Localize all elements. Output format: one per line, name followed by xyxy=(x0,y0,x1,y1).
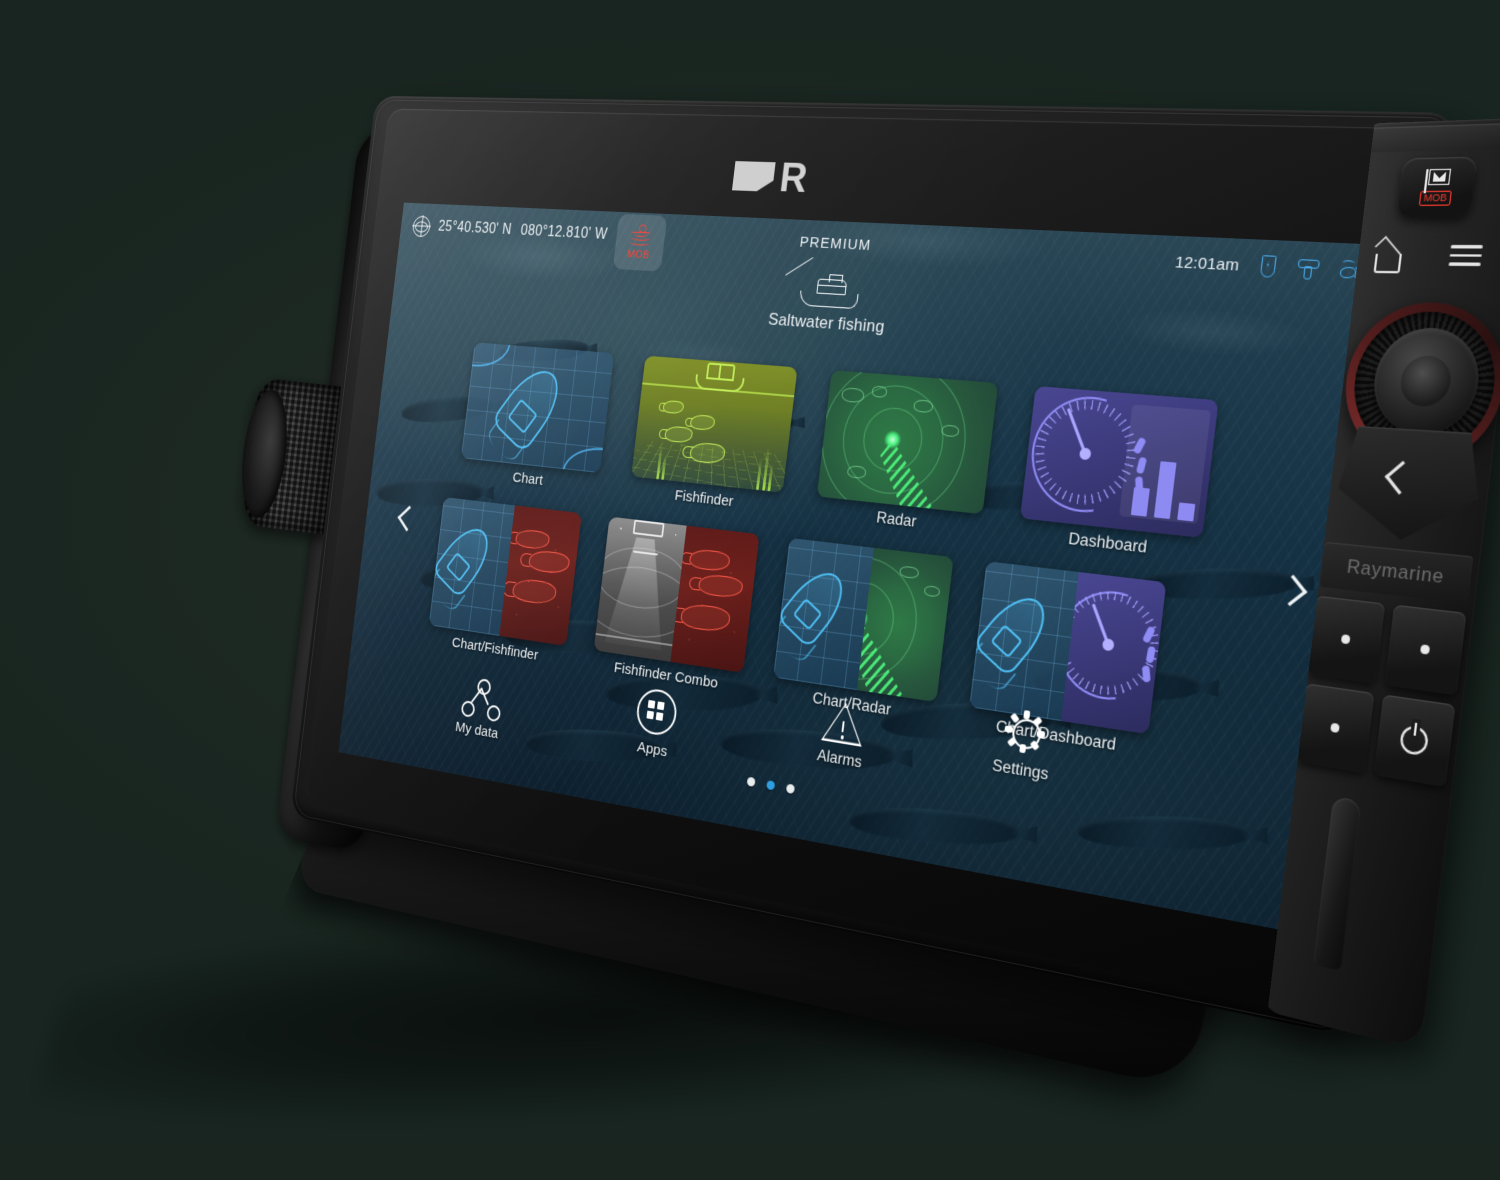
keypad xyxy=(1296,595,1469,793)
product-render-stage: R 25°40.530' N 080°12.810' W MOB PREMIUM… xyxy=(0,0,1500,1148)
background-fish xyxy=(844,376,945,401)
page-dot[interactable] xyxy=(785,783,795,794)
brand-text: Raymarine xyxy=(1345,555,1446,588)
settings-gear-icon xyxy=(1001,706,1048,757)
app-tile-chart-radar[interactable]: Chart/Radar xyxy=(770,537,954,727)
toolbar-label: Alarms xyxy=(816,746,863,772)
soft-key-1[interactable] xyxy=(1306,595,1386,684)
background-fish xyxy=(848,802,1020,851)
background-fish xyxy=(955,481,1086,510)
app-tile-label: Fishfinder xyxy=(673,487,735,511)
toolbar-item-my-data[interactable]: My data xyxy=(454,675,504,743)
soft-key-3[interactable] xyxy=(1296,683,1375,774)
background-fish xyxy=(1138,567,1298,600)
page-dot-active[interactable] xyxy=(765,779,775,791)
app-tile-fishfinder[interactable]: Fishfinder xyxy=(628,355,798,517)
soft-key-2[interactable] xyxy=(1384,604,1467,696)
fishfinder-combo-icon xyxy=(593,516,760,673)
waypoint-flag-icon xyxy=(1423,168,1452,194)
radar-app-icon xyxy=(816,370,999,515)
background-fish xyxy=(880,701,1054,741)
app-tile-label: Dashboard xyxy=(1067,530,1149,557)
chart-app-icon xyxy=(461,342,615,474)
waypoint-mob-button[interactable]: MOB xyxy=(1396,156,1478,218)
app-tile-chart-dashboard[interactable]: Chart/Dashboard xyxy=(966,561,1167,760)
toolbar-item-settings[interactable]: Settings xyxy=(991,705,1056,785)
card-slot-door[interactable] xyxy=(1367,122,1500,153)
toolbar-item-apps[interactable]: Apps xyxy=(632,686,679,762)
chart-radar-combo-icon xyxy=(773,537,954,703)
app-tile-chart-fishfinder[interactable]: Chart/Fishfinder xyxy=(426,497,582,669)
toolbar-label: My data xyxy=(454,718,500,743)
toolbar-label: Settings xyxy=(991,756,1050,784)
app-tile-label: Chart xyxy=(511,469,544,489)
menu-hamburger-icon[interactable] xyxy=(1448,244,1484,268)
power-button[interactable] xyxy=(1373,694,1456,788)
dashboard-app-icon xyxy=(1019,386,1219,538)
my-data-icon xyxy=(460,676,501,723)
sportfishing-boat-icon xyxy=(785,257,868,313)
app-tile-radar[interactable]: Radar xyxy=(814,370,999,539)
app-tile-dashboard[interactable]: Dashboard xyxy=(1017,386,1219,564)
app-tile-fishfinder-combo[interactable]: Fishfinder Combo xyxy=(591,516,760,697)
home-icon[interactable] xyxy=(1368,236,1404,274)
brand-plate: Raymarine xyxy=(1319,541,1474,604)
toolbar-item-alarms[interactable]: Alarms xyxy=(816,699,868,772)
stylus-holder[interactable] xyxy=(1313,796,1362,972)
background-fish xyxy=(1032,662,1202,706)
app-tile-label: Chart/Radar xyxy=(811,689,892,720)
clock-text: 12:01am xyxy=(1174,252,1241,275)
app-tile-label: Chart/Dashboard xyxy=(994,717,1117,755)
mob-button-label: MOB xyxy=(626,248,651,262)
apps-grid-icon xyxy=(634,686,679,738)
app-tile-label: Radar xyxy=(875,509,918,531)
power-icon xyxy=(1398,724,1430,757)
chart-dashboard-combo-icon xyxy=(969,561,1167,735)
fishfinder-app-icon xyxy=(631,355,798,493)
chart-fishfinder-combo-icon xyxy=(428,497,582,646)
alarm-warning-icon xyxy=(821,700,866,747)
app-tile-chart[interactable]: Chart xyxy=(458,342,615,496)
toolbar-label: Apps xyxy=(636,738,669,761)
